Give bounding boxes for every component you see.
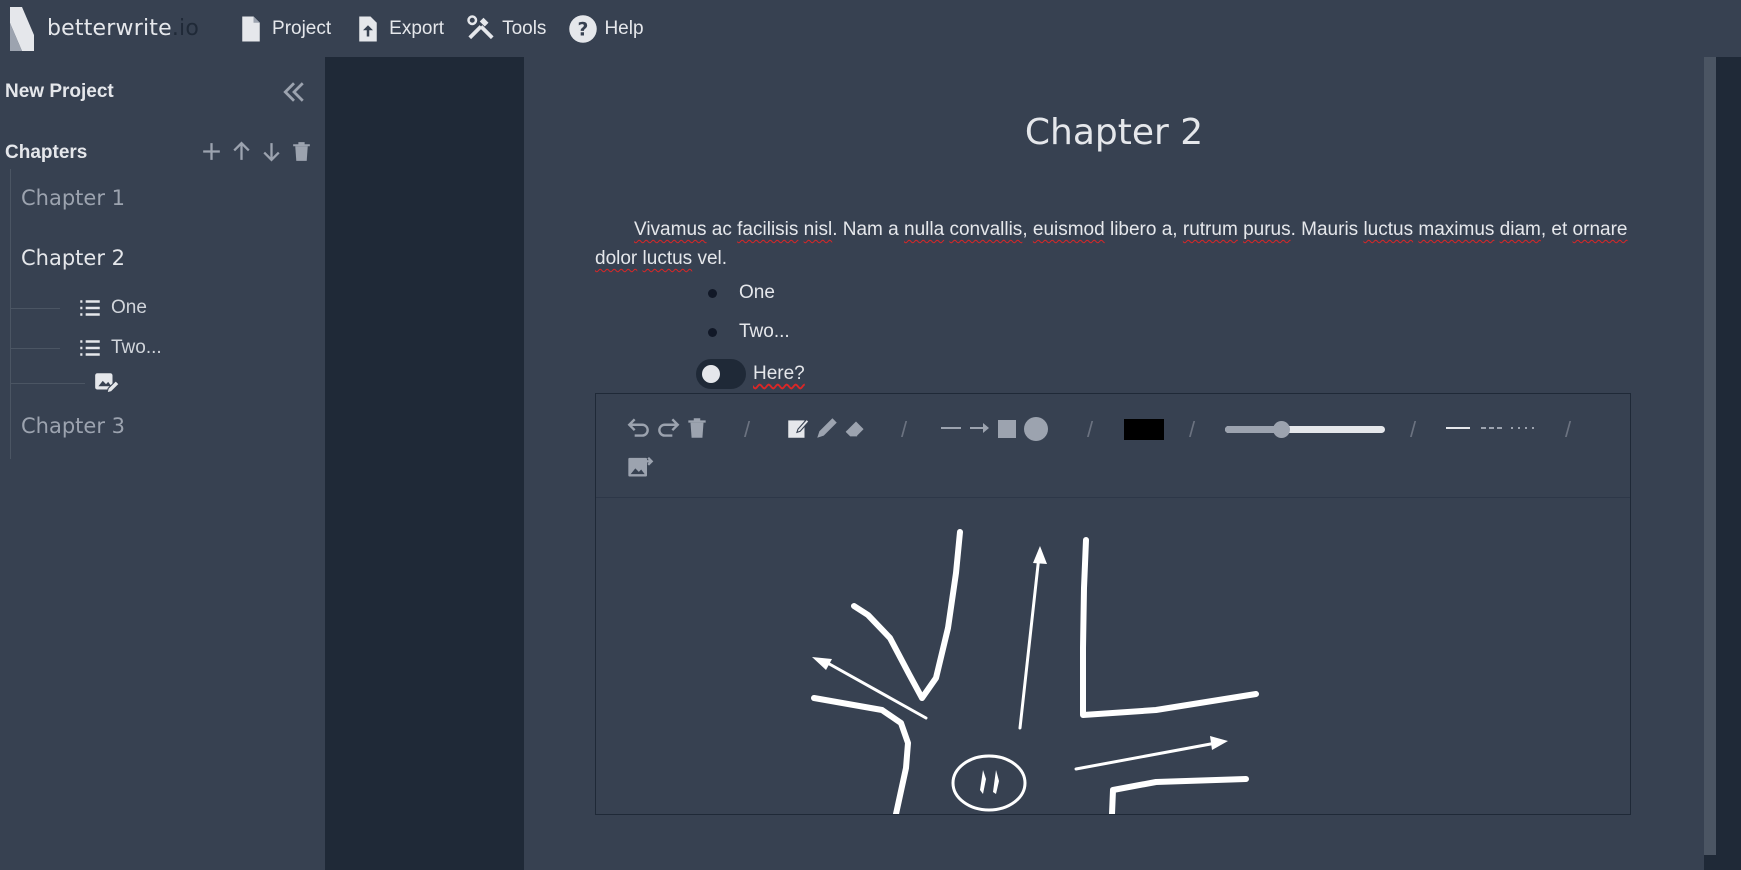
slider-thumb[interactable] bbox=[1273, 421, 1290, 438]
chapter-item-1[interactable]: Chapter 1 bbox=[21, 186, 125, 210]
arrow-tool-icon[interactable] bbox=[968, 418, 992, 438]
list-item-text: Two... bbox=[739, 321, 790, 342]
chapters-heading: Chapters bbox=[5, 142, 88, 163]
toolbar-separator: / bbox=[1189, 417, 1196, 442]
drawn-arrow-line bbox=[1074, 741, 1218, 771]
drawing-icon bbox=[95, 373, 119, 394]
drawing-block: / / / / / / bbox=[595, 393, 1631, 815]
toggle-label[interactable]: Here? bbox=[753, 363, 805, 385]
list-item[interactable]: Two... bbox=[708, 321, 790, 343]
checkbox-row: Here? bbox=[696, 359, 805, 389]
list-item[interactable]: One bbox=[708, 282, 775, 304]
pencil-icon[interactable] bbox=[814, 415, 840, 441]
menu-export-label: Export bbox=[389, 17, 445, 39]
toolbar-separator: / bbox=[1565, 417, 1572, 442]
file-icon bbox=[242, 16, 260, 41]
menu-project[interactable]: Project bbox=[236, 14, 331, 44]
toolbar-separator: / bbox=[901, 417, 908, 442]
solid-line-icon[interactable] bbox=[1445, 418, 1471, 438]
heading-item-label: One bbox=[111, 297, 147, 318]
heading-item-one[interactable]: One bbox=[10, 295, 147, 321]
tree-branch bbox=[10, 307, 60, 309]
chapter-item-2[interactable]: Chapter 2 bbox=[21, 246, 125, 270]
drawn-arrowhead bbox=[1210, 736, 1228, 750]
drawing-item[interactable] bbox=[10, 370, 119, 396]
menu-help[interactable]: ? Help bbox=[568, 14, 644, 44]
toolbar-separator: / bbox=[1410, 417, 1417, 442]
drawn-stroke bbox=[851, 529, 963, 701]
heading-item-two[interactable]: Two... bbox=[10, 335, 162, 361]
drawn-stroke bbox=[1109, 776, 1249, 814]
drawing-toolbar: / / / / / / bbox=[596, 394, 1630, 498]
chapter-toolbar bbox=[199, 139, 314, 164]
tools-icon bbox=[467, 14, 494, 39]
logo[interactable]: betterwrite.io bbox=[10, 6, 200, 51]
project-title: New Project bbox=[5, 81, 114, 102]
top-bar: betterwrite.io Project Export Tools ? He… bbox=[0, 0, 1741, 57]
drawn-arrow-line bbox=[1018, 554, 1041, 730]
toolbar-separator: / bbox=[1087, 417, 1094, 442]
drawn-stroke bbox=[1080, 537, 1259, 718]
bullet-dot bbox=[708, 288, 717, 298]
color-picker[interactable] bbox=[1124, 419, 1164, 440]
list-item-text: One bbox=[739, 282, 775, 303]
chapter-title[interactable]: Chapter 2 bbox=[524, 112, 1704, 153]
list-icon bbox=[80, 340, 100, 356]
eraser-icon[interactable] bbox=[843, 415, 869, 441]
tree-branch bbox=[10, 347, 60, 349]
add-chapter-icon[interactable] bbox=[199, 139, 224, 164]
drawn-ellipse bbox=[951, 754, 1027, 812]
upload-file-icon bbox=[359, 16, 377, 41]
scrollbar[interactable] bbox=[1704, 57, 1716, 855]
heading-item-label: Two... bbox=[111, 337, 162, 358]
menu-tools[interactable]: Tools bbox=[466, 14, 546, 44]
sidebar: New Project Chapters Chapter 1 Chapter 2… bbox=[0, 57, 325, 870]
tree-branch bbox=[10, 382, 85, 384]
drawn-arrowhead bbox=[812, 657, 832, 670]
stroke-width-slider[interactable] bbox=[1225, 421, 1385, 438]
dashed-line-icon[interactable] bbox=[1480, 418, 1506, 438]
undo-icon[interactable] bbox=[626, 415, 652, 441]
list-icon bbox=[80, 300, 100, 316]
logo-text: betterwrite.io bbox=[47, 16, 200, 41]
toolbar-separator: / bbox=[744, 417, 751, 442]
menu-help-label: Help bbox=[604, 17, 644, 39]
move-down-icon[interactable] bbox=[259, 139, 284, 164]
rectangle-tool-icon[interactable] bbox=[996, 418, 1018, 440]
menu-project-label: Project bbox=[272, 17, 332, 39]
export-image-icon[interactable] bbox=[626, 452, 654, 480]
trash-icon[interactable] bbox=[684, 415, 710, 441]
chapter-item-3[interactable]: Chapter 3 bbox=[21, 414, 125, 438]
drawing-canvas[interactable] bbox=[596, 498, 1630, 814]
collapse-sidebar-icon[interactable] bbox=[279, 77, 309, 107]
text-tool-icon[interactable] bbox=[785, 415, 811, 441]
bullet-dot bbox=[708, 327, 717, 337]
move-up-icon[interactable] bbox=[229, 139, 254, 164]
delete-chapter-icon[interactable] bbox=[289, 139, 314, 164]
svg-text:?: ? bbox=[578, 19, 589, 40]
logo-icon bbox=[10, 6, 34, 51]
line-tool-icon[interactable] bbox=[939, 418, 963, 438]
paragraph[interactable]: Vivamus ac facilisis nisl. Nam a nulla c… bbox=[595, 215, 1640, 273]
redo-icon[interactable] bbox=[655, 415, 681, 441]
drawn-stroke bbox=[811, 695, 911, 814]
toggle-knob bbox=[702, 365, 720, 383]
help-icon: ? bbox=[569, 14, 598, 43]
drawn-mark bbox=[980, 770, 986, 794]
toggle-switch[interactable] bbox=[696, 359, 746, 389]
drawn-mark bbox=[993, 770, 999, 794]
dotted-line-icon[interactable] bbox=[1510, 418, 1536, 438]
drawn-arrowhead bbox=[1033, 546, 1047, 564]
menu-export[interactable]: Export bbox=[353, 14, 444, 44]
main-menu: Project Export Tools ? Help bbox=[236, 14, 666, 44]
circle-tool-icon[interactable] bbox=[1023, 416, 1049, 442]
menu-tools-label: Tools bbox=[502, 17, 547, 39]
